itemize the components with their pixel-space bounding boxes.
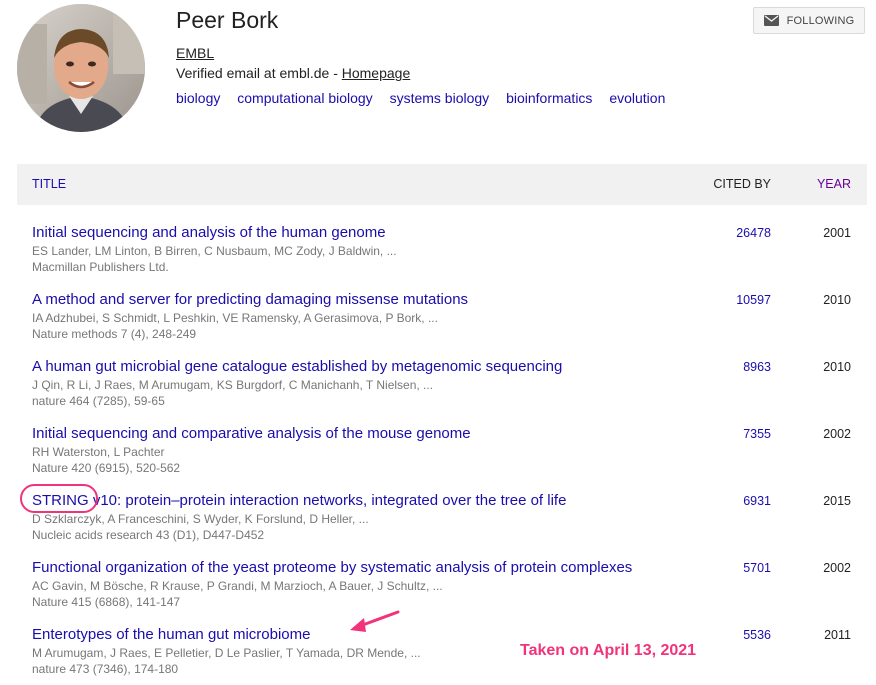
publication-authors: ES Lander, LM Linton, B Birren, C Nusbau… bbox=[32, 244, 397, 258]
publication-row: Initial sequencing and comparative analy… bbox=[17, 424, 867, 484]
publication-authors: M Arumugam, J Raes, E Pelletier, D Le Pa… bbox=[32, 646, 421, 660]
profile-avatar bbox=[17, 4, 145, 132]
sort-by-title-header[interactable]: TITLE bbox=[32, 177, 66, 191]
publication-venue: Nature 420 (6915), 520-562 bbox=[32, 461, 181, 475]
publication-title-link[interactable]: STRING v10: protein–protein interaction … bbox=[32, 491, 566, 510]
publication-cited-by-link[interactable]: 5536 bbox=[743, 627, 771, 643]
following-button[interactable]: FOLLOWING bbox=[753, 7, 865, 34]
envelope-icon bbox=[763, 15, 779, 26]
date-annotation: Taken on April 13, 2021 bbox=[520, 642, 697, 659]
interests-list: biology computational biology systems bi… bbox=[176, 89, 678, 107]
profile-photo-icon bbox=[17, 4, 145, 132]
sort-by-cited-header[interactable]: CITED BY bbox=[713, 177, 771, 191]
publication-row: Enterotypes of the human gut microbiome … bbox=[17, 625, 867, 685]
publication-row: STRING v10: protein–protein interaction … bbox=[17, 491, 867, 551]
publication-year: 2011 bbox=[824, 628, 851, 642]
publication-cited-by-link[interactable]: 8963 bbox=[743, 359, 771, 375]
publication-row: Functional organization of the yeast pro… bbox=[17, 558, 867, 618]
following-label: FOLLOWING bbox=[786, 14, 855, 27]
publication-cited-by-link[interactable]: 7355 bbox=[743, 426, 771, 442]
publication-cited-by-link[interactable]: 6931 bbox=[743, 493, 771, 509]
publication-cited-by-link[interactable]: 26478 bbox=[736, 225, 771, 241]
interest-biology-link[interactable]: biology bbox=[176, 90, 220, 106]
homepage-link[interactable]: Homepage bbox=[342, 65, 411, 81]
publication-title-link[interactable]: Enterotypes of the human gut microbiome bbox=[32, 625, 310, 644]
publication-year: 2015 bbox=[823, 494, 851, 508]
publication-authors: J Qin, R Li, J Raes, M Arumugam, KS Burg… bbox=[32, 378, 434, 392]
publication-venue: Nature methods 7 (4), 248-249 bbox=[32, 327, 197, 341]
publication-year: 2001 bbox=[823, 226, 851, 240]
publication-row: A human gut microbial gene catalogue est… bbox=[17, 357, 867, 417]
publication-authors: IA Adzhubei, S Schmidt, L Peshkin, VE Ra… bbox=[32, 311, 438, 325]
verified-email-line: Verified email at embl.de - Homepage bbox=[176, 64, 410, 82]
affiliation-link[interactable]: EMBL bbox=[176, 44, 214, 62]
publication-authors: D Szklarczyk, A Franceschini, S Wyder, K… bbox=[32, 512, 369, 526]
publication-venue: Nucleic acids research 43 (D1), D447-D45… bbox=[32, 528, 265, 542]
verified-email-text: Verified email at embl.de - bbox=[176, 65, 342, 81]
publication-authors: RH Waterston, L Pachter bbox=[32, 445, 165, 459]
publication-year: 2010 bbox=[823, 360, 851, 374]
publication-title-link[interactable]: A method and server for predicting damag… bbox=[32, 290, 468, 309]
publication-venue: Macmillan Publishers Ltd. bbox=[32, 260, 169, 274]
publication-title-link[interactable]: Functional organization of the yeast pro… bbox=[32, 558, 632, 577]
publications-table-header: TITLE CITED BY YEAR bbox=[17, 164, 867, 205]
profile-name: Peer Bork bbox=[176, 7, 279, 33]
publication-year: 2002 bbox=[823, 561, 851, 575]
publication-title-link[interactable]: Initial sequencing and comparative analy… bbox=[32, 424, 471, 443]
publication-title-link[interactable]: A human gut microbial gene catalogue est… bbox=[32, 357, 562, 376]
publication-row: A method and server for predicting damag… bbox=[17, 290, 867, 350]
publication-cited-by-link[interactable]: 10597 bbox=[736, 292, 771, 308]
interest-computational-biology-link[interactable]: computational biology bbox=[237, 90, 372, 106]
interest-bioinformatics-link[interactable]: bioinformatics bbox=[506, 90, 592, 106]
publication-venue: Nature 415 (6868), 141-147 bbox=[32, 595, 181, 609]
interest-evolution-link[interactable]: evolution bbox=[609, 90, 665, 106]
publication-venue: nature 473 (7346), 174-180 bbox=[32, 662, 179, 676]
interest-systems-biology-link[interactable]: systems biology bbox=[390, 90, 490, 106]
publication-year: 2002 bbox=[823, 427, 851, 441]
publication-row: Initial sequencing and analysis of the h… bbox=[17, 223, 867, 283]
publication-cited-by-link[interactable]: 5701 bbox=[743, 560, 771, 576]
publication-authors: AC Gavin, M Bösche, R Krause, P Grandi, … bbox=[32, 579, 443, 593]
publication-venue: nature 464 (7285), 59-65 bbox=[32, 394, 165, 408]
publication-year: 2010 bbox=[823, 293, 851, 307]
sort-by-year-header[interactable]: YEAR bbox=[817, 177, 851, 191]
publication-title-link[interactable]: Initial sequencing and analysis of the h… bbox=[32, 223, 386, 242]
